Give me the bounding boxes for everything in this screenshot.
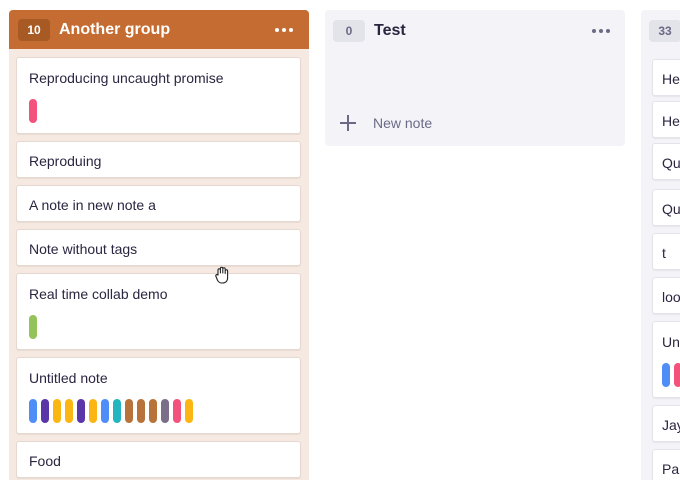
column-header: 33	[641, 10, 680, 51]
note-title: Note without tags	[29, 241, 138, 257]
note-title: He	[662, 113, 680, 129]
note-title: Jay	[662, 417, 680, 433]
note-title: Reproducing uncaught promise	[29, 70, 224, 86]
tag-color-pill	[65, 399, 73, 423]
more-options-icon[interactable]	[268, 19, 300, 41]
tag-color-pill	[125, 399, 133, 423]
note-card[interactable]: Untitled note	[16, 357, 301, 434]
note-title: loo	[662, 289, 680, 305]
tag-color-pill	[674, 363, 680, 387]
more-options-icon[interactable]	[585, 20, 617, 42]
plus-icon	[339, 114, 357, 132]
tag-list	[29, 399, 288, 423]
tag-color-pill	[662, 363, 670, 387]
note-card[interactable]: Reproducing uncaught promise	[16, 57, 301, 134]
note-title: Food	[29, 453, 61, 469]
tag-color-pill	[137, 399, 145, 423]
note-card[interactable]: A note in new note a	[16, 185, 301, 222]
new-note-button[interactable]: New note	[339, 114, 432, 132]
note-card[interactable]: Reproduing	[16, 141, 301, 178]
tag-list	[29, 99, 288, 123]
tag-color-pill	[173, 399, 181, 423]
tag-color-pill	[113, 399, 121, 423]
note-title: Un	[662, 334, 680, 350]
tag-list	[662, 363, 680, 387]
note-title: He	[662, 71, 680, 87]
tag-color-pill	[29, 315, 37, 339]
note-card[interactable]: Note without tags	[16, 229, 301, 266]
column-test: 0 Test New note	[325, 10, 625, 146]
note-card[interactable]: He	[652, 59, 680, 96]
note-card[interactable]: Pau	[652, 449, 680, 480]
tag-list	[29, 315, 288, 339]
note-title: t	[662, 245, 666, 261]
tag-color-pill	[149, 399, 157, 423]
tag-color-pill	[41, 399, 49, 423]
grab-cursor-icon	[215, 266, 229, 284]
note-card[interactable]: Qu	[652, 189, 680, 226]
tag-color-pill	[77, 399, 85, 423]
column-another-group: 10 Another group Reproducing uncaught pr…	[9, 10, 309, 480]
tag-color-pill	[29, 99, 37, 123]
note-card[interactable]: Jay	[652, 405, 680, 442]
note-card[interactable]: Food	[16, 441, 301, 478]
note-title: Real time collab demo	[29, 286, 168, 302]
tag-color-pill	[185, 399, 193, 423]
note-count-badge: 0	[333, 19, 365, 42]
note-card[interactable]: Un	[652, 321, 680, 398]
note-title: Pau	[662, 461, 680, 477]
column-title[interactable]: Another group	[59, 21, 268, 39]
tag-color-pill	[101, 399, 109, 423]
tag-color-pill	[161, 399, 169, 423]
note-title: Reproduing	[29, 153, 102, 169]
tag-color-pill	[29, 399, 37, 423]
column-partial: 33 He He Qu Qu t loo Un Jay Pau	[641, 10, 680, 480]
note-title: Qu	[662, 155, 680, 171]
column-header: 10 Another group	[9, 10, 309, 49]
note-title: A note in new note a	[29, 197, 156, 213]
note-count-badge: 33	[649, 19, 680, 42]
note-card[interactable]: Qu	[652, 143, 680, 180]
note-card[interactable]: loo	[652, 277, 680, 314]
note-count-badge: 10	[18, 18, 50, 41]
column-title[interactable]: Test	[374, 22, 585, 40]
tag-color-pill	[53, 399, 61, 423]
new-note-label: New note	[373, 115, 433, 131]
note-card[interactable]: t	[652, 233, 680, 270]
note-title: Untitled note	[29, 370, 108, 386]
column-header: 0 Test	[325, 10, 625, 51]
tag-color-pill	[89, 399, 97, 423]
note-card[interactable]: He	[652, 101, 680, 138]
note-title: Qu	[662, 201, 680, 217]
note-card[interactable]: Real time collab demo	[16, 273, 301, 350]
